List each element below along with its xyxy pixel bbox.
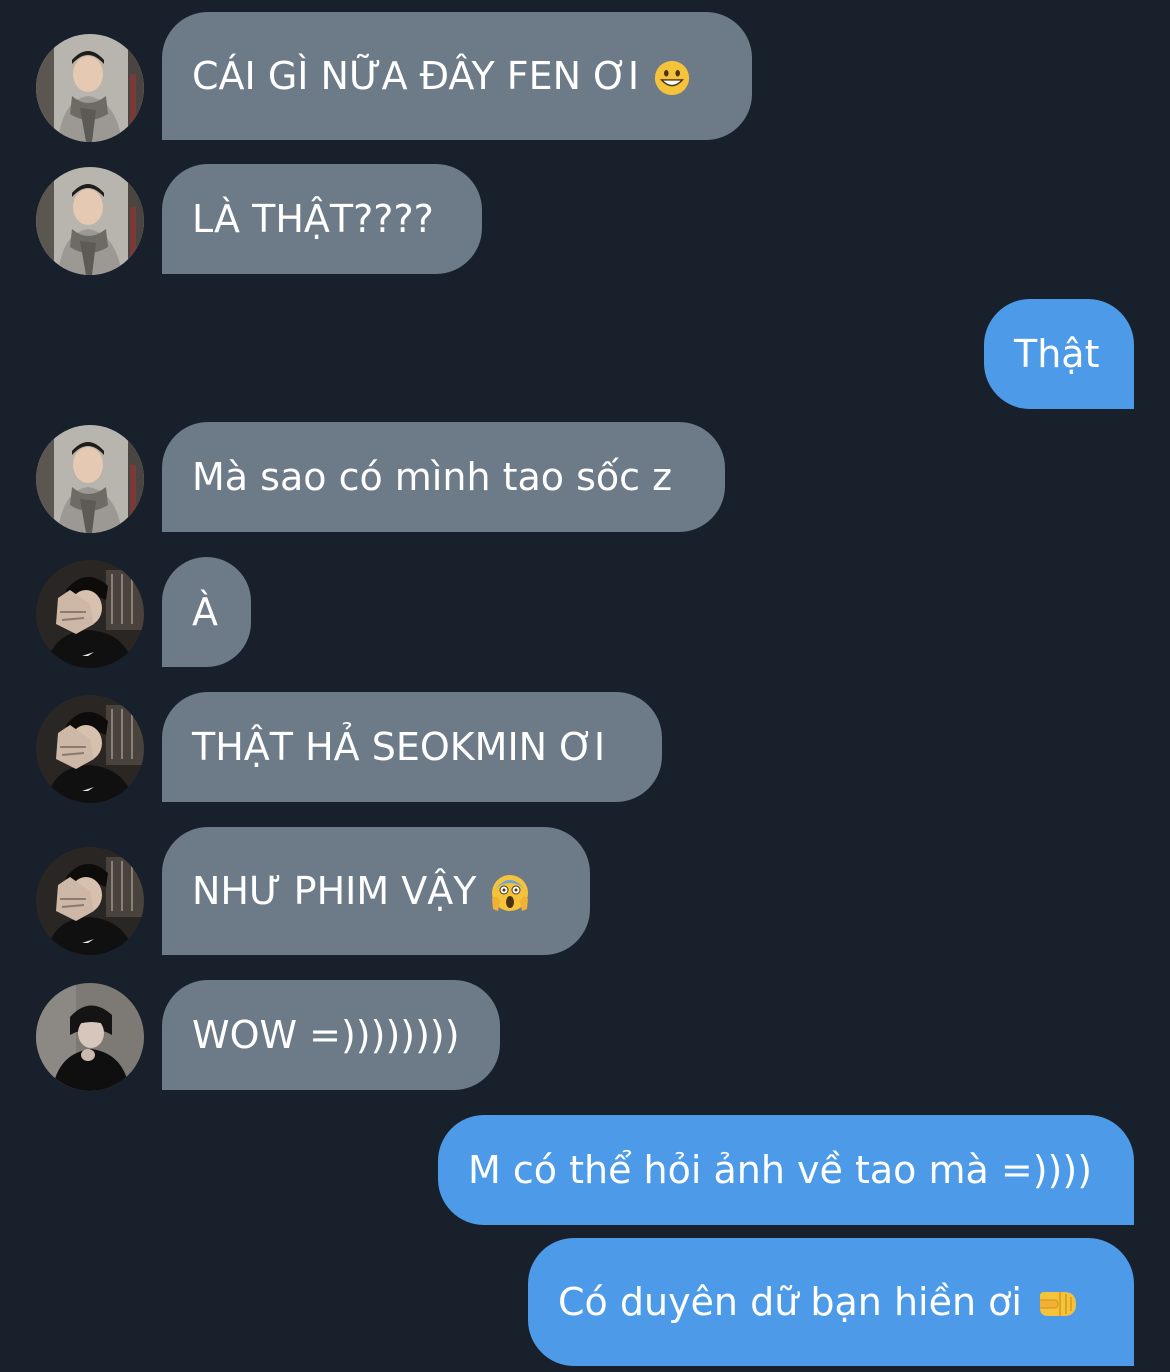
message-text: Mà sao có mình tao sốc z [192, 455, 673, 499]
screaming-face-emoji [490, 873, 530, 913]
user-b-avatar[interactable] [36, 695, 144, 803]
grinning-face-emoji [653, 59, 691, 97]
message-row: Có duyên dữ bạn hiền ơi [0, 1238, 1170, 1366]
incoming-message-bubble[interactable]: NHƯ PHIM VẬY [162, 827, 590, 955]
outgoing-message-bubble[interactable]: Có duyên dữ bạn hiền ơi [528, 1238, 1134, 1366]
message-row: Thật [0, 299, 1170, 409]
user-b-avatar[interactable] [36, 847, 144, 955]
message-text: Có duyên dữ bạn hiền ơi [558, 1280, 1022, 1324]
user-b-avatar[interactable] [36, 560, 144, 668]
message-row: Mà sao có mình tao sốc z [0, 422, 1170, 532]
message-text: LÀ THẬT???? [192, 197, 434, 241]
message-row: À [0, 557, 1170, 667]
message-text: WOW =)))))))) [192, 1013, 460, 1057]
outgoing-message-bubble[interactable]: Thật [984, 299, 1134, 409]
outgoing-message-bubble[interactable]: M có thể hỏi ảnh về tao mà =)))) [438, 1115, 1134, 1225]
message-row: LÀ THẬT???? [0, 164, 1170, 274]
incoming-message-bubble[interactable]: CÁI GÌ NỮA ĐÂY FEN ƠI [162, 12, 752, 140]
right-facing-fist-emoji [1036, 1286, 1080, 1322]
user-c-avatar[interactable] [36, 983, 144, 1091]
incoming-message-bubble[interactable]: LÀ THẬT???? [162, 164, 482, 274]
incoming-message-bubble[interactable]: THẬT HẢ SEOKMIN ƠI [162, 692, 662, 802]
incoming-message-bubble[interactable]: Mà sao có mình tao sốc z [162, 422, 725, 532]
message-row: NHƯ PHIM VẬY [0, 827, 1170, 955]
user-a-avatar[interactable] [36, 425, 144, 533]
user-a-avatar[interactable] [36, 167, 144, 275]
message-row: M có thể hỏi ảnh về tao mà =)))) [0, 1115, 1170, 1225]
message-text: NHƯ PHIM VẬY [192, 869, 477, 913]
incoming-message-bubble[interactable]: À [162, 557, 251, 667]
message-text: THẬT HẢ SEOKMIN ƠI [192, 725, 606, 769]
message-text: CÁI GÌ NỮA ĐÂY FEN ƠI [192, 54, 640, 98]
message-text: Thật [1014, 332, 1100, 376]
user-a-avatar[interactable] [36, 34, 144, 142]
message-row: CÁI GÌ NỮA ĐÂY FEN ƠI [0, 12, 1170, 140]
chat-thread: CÁI GÌ NỮA ĐÂY FEN ƠI LÀ THẬT???? Thật M… [0, 0, 1170, 1372]
message-row: WOW =)))))))) [0, 980, 1170, 1090]
incoming-message-bubble[interactable]: WOW =)))))))) [162, 980, 500, 1090]
message-text: À [192, 590, 218, 634]
message-text: M có thể hỏi ảnh về tao mà =)))) [468, 1148, 1093, 1192]
message-row: THẬT HẢ SEOKMIN ƠI [0, 692, 1170, 802]
